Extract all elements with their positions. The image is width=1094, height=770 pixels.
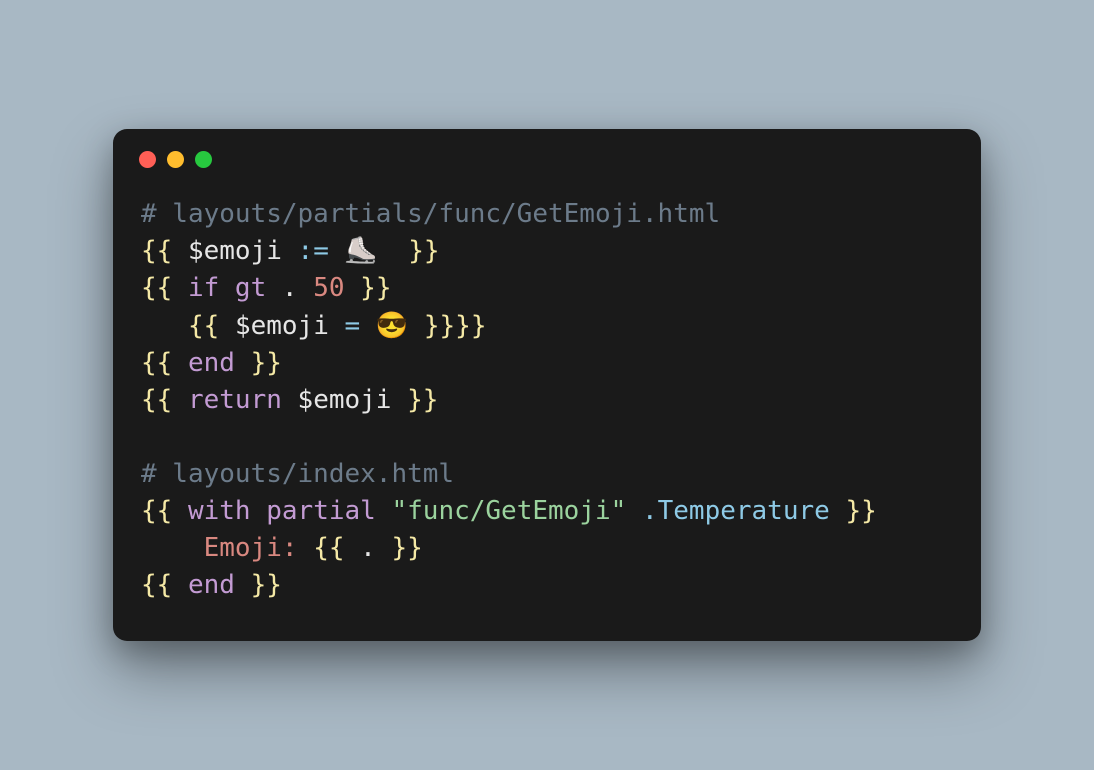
- string-literal: "func/GetEmoji": [391, 496, 626, 526]
- code-block: # layouts/partials/func/GetEmoji.html {{…: [113, 174, 981, 642]
- indent: [141, 533, 204, 563]
- keyword-with: with: [188, 496, 251, 526]
- text-label: Emoji:: [204, 533, 298, 563]
- func-gt: gt: [219, 273, 282, 303]
- keyword-return: return: [188, 385, 282, 415]
- template-delim: }}: [235, 348, 282, 378]
- emoji-sunglasses: 😎: [376, 310, 408, 340]
- template-delim: {{: [141, 273, 188, 303]
- template-delim: {{: [141, 236, 188, 266]
- code-window: # layouts/partials/func/GetEmoji.html {{…: [113, 129, 981, 642]
- keyword-end: end: [188, 570, 235, 600]
- template-delim: {{: [141, 496, 188, 526]
- close-icon[interactable]: [139, 151, 156, 168]
- template-delim: }}: [345, 273, 392, 303]
- template-delim: {{: [141, 385, 188, 415]
- template-delim: {{: [188, 311, 235, 341]
- window-titlebar: [113, 129, 981, 174]
- keyword-if: if: [188, 273, 219, 303]
- maximize-icon[interactable]: [195, 151, 212, 168]
- template-delim: }}: [376, 533, 423, 563]
- dot: .: [360, 533, 376, 563]
- assign-op: :=: [282, 236, 345, 266]
- func-partial: partial: [251, 496, 392, 526]
- template-delim: }}}}: [408, 311, 486, 341]
- template-delim: }}: [377, 236, 440, 266]
- keyword-end: end: [188, 348, 235, 378]
- number-literal: 50: [298, 273, 345, 303]
- assign-op: =: [329, 311, 376, 341]
- template-delim: {{: [298, 533, 361, 563]
- minimize-icon[interactable]: [167, 151, 184, 168]
- variable: $emoji: [235, 311, 329, 341]
- template-delim: {{: [141, 348, 188, 378]
- template-delim: }}: [830, 496, 877, 526]
- template-delim: }}: [391, 385, 438, 415]
- variable: $emoji: [282, 385, 392, 415]
- variable: $emoji: [188, 236, 282, 266]
- attr-access: .Temperature: [626, 496, 830, 526]
- template-delim: }}: [235, 570, 282, 600]
- indent: [141, 311, 188, 341]
- dot: .: [282, 273, 298, 303]
- code-comment: # layouts/index.html: [141, 459, 454, 489]
- code-comment: # layouts/partials/func/GetEmoji.html: [141, 199, 720, 229]
- template-delim: {{: [141, 570, 188, 600]
- emoji-skate: ⛸️: [345, 235, 377, 265]
